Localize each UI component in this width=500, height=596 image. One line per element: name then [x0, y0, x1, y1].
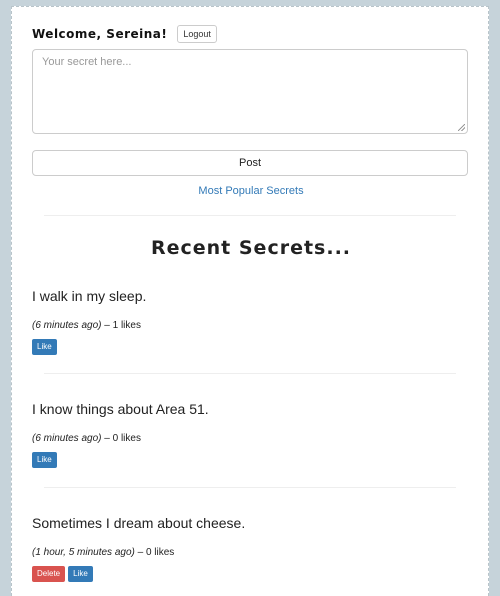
secret-likes: – 0 likes [104, 433, 141, 444]
secret-text: Sometimes I dream about cheese. [32, 515, 246, 531]
logout-button[interactable]: Logout [177, 25, 217, 43]
secret-time: (1 hour, 5 minutes ago) [32, 547, 135, 558]
like-button[interactable]: Like [32, 452, 57, 468]
delete-button[interactable]: Delete [32, 566, 66, 582]
header: Welcome, Sereina! Logout [32, 25, 217, 43]
secret-meta: (6 minutes ago) – 1 likes [32, 320, 462, 331]
resize-handle-icon[interactable] [458, 124, 465, 131]
post-button[interactable]: Post [32, 150, 468, 176]
secret-item: I know things about Area 51. (6 minutes … [32, 401, 462, 468]
recent-secrets-heading: Recent Secrets... [150, 237, 352, 259]
secret-actions: Delete Like [32, 566, 462, 582]
main-card: Welcome, Sereina! Logout Your secret her… [11, 6, 489, 596]
secret-actions: Like [32, 339, 462, 355]
secret-meta: (1 hour, 5 minutes ago) – 0 likes [32, 547, 462, 558]
secret-input-placeholder: Your secret here... [42, 56, 132, 68]
divider [44, 487, 456, 488]
secret-meta: (6 minutes ago) – 0 likes [32, 433, 462, 444]
divider [44, 215, 456, 216]
secret-likes: – 1 likes [104, 320, 141, 331]
secret-item: Sometimes I dream about cheese. (1 hour,… [32, 515, 462, 582]
like-button[interactable]: Like [32, 339, 57, 355]
secret-item: I walk in my sleep. (6 minutes ago) – 1 … [32, 288, 462, 355]
secret-time: (6 minutes ago) [32, 433, 102, 444]
secret-text: I know things about Area 51. [32, 401, 209, 417]
like-button[interactable]: Like [68, 566, 93, 582]
welcome-message: Welcome, Sereina! [32, 27, 168, 41]
most-popular-link[interactable]: Most Popular Secrets [12, 185, 490, 197]
secret-likes: – 0 likes [137, 547, 175, 558]
secret-time: (6 minutes ago) [32, 320, 102, 331]
secret-actions: Like [32, 452, 462, 468]
secret-input[interactable]: Your secret here... [32, 49, 468, 134]
divider [44, 373, 456, 374]
secret-text: I walk in my sleep. [32, 288, 147, 304]
